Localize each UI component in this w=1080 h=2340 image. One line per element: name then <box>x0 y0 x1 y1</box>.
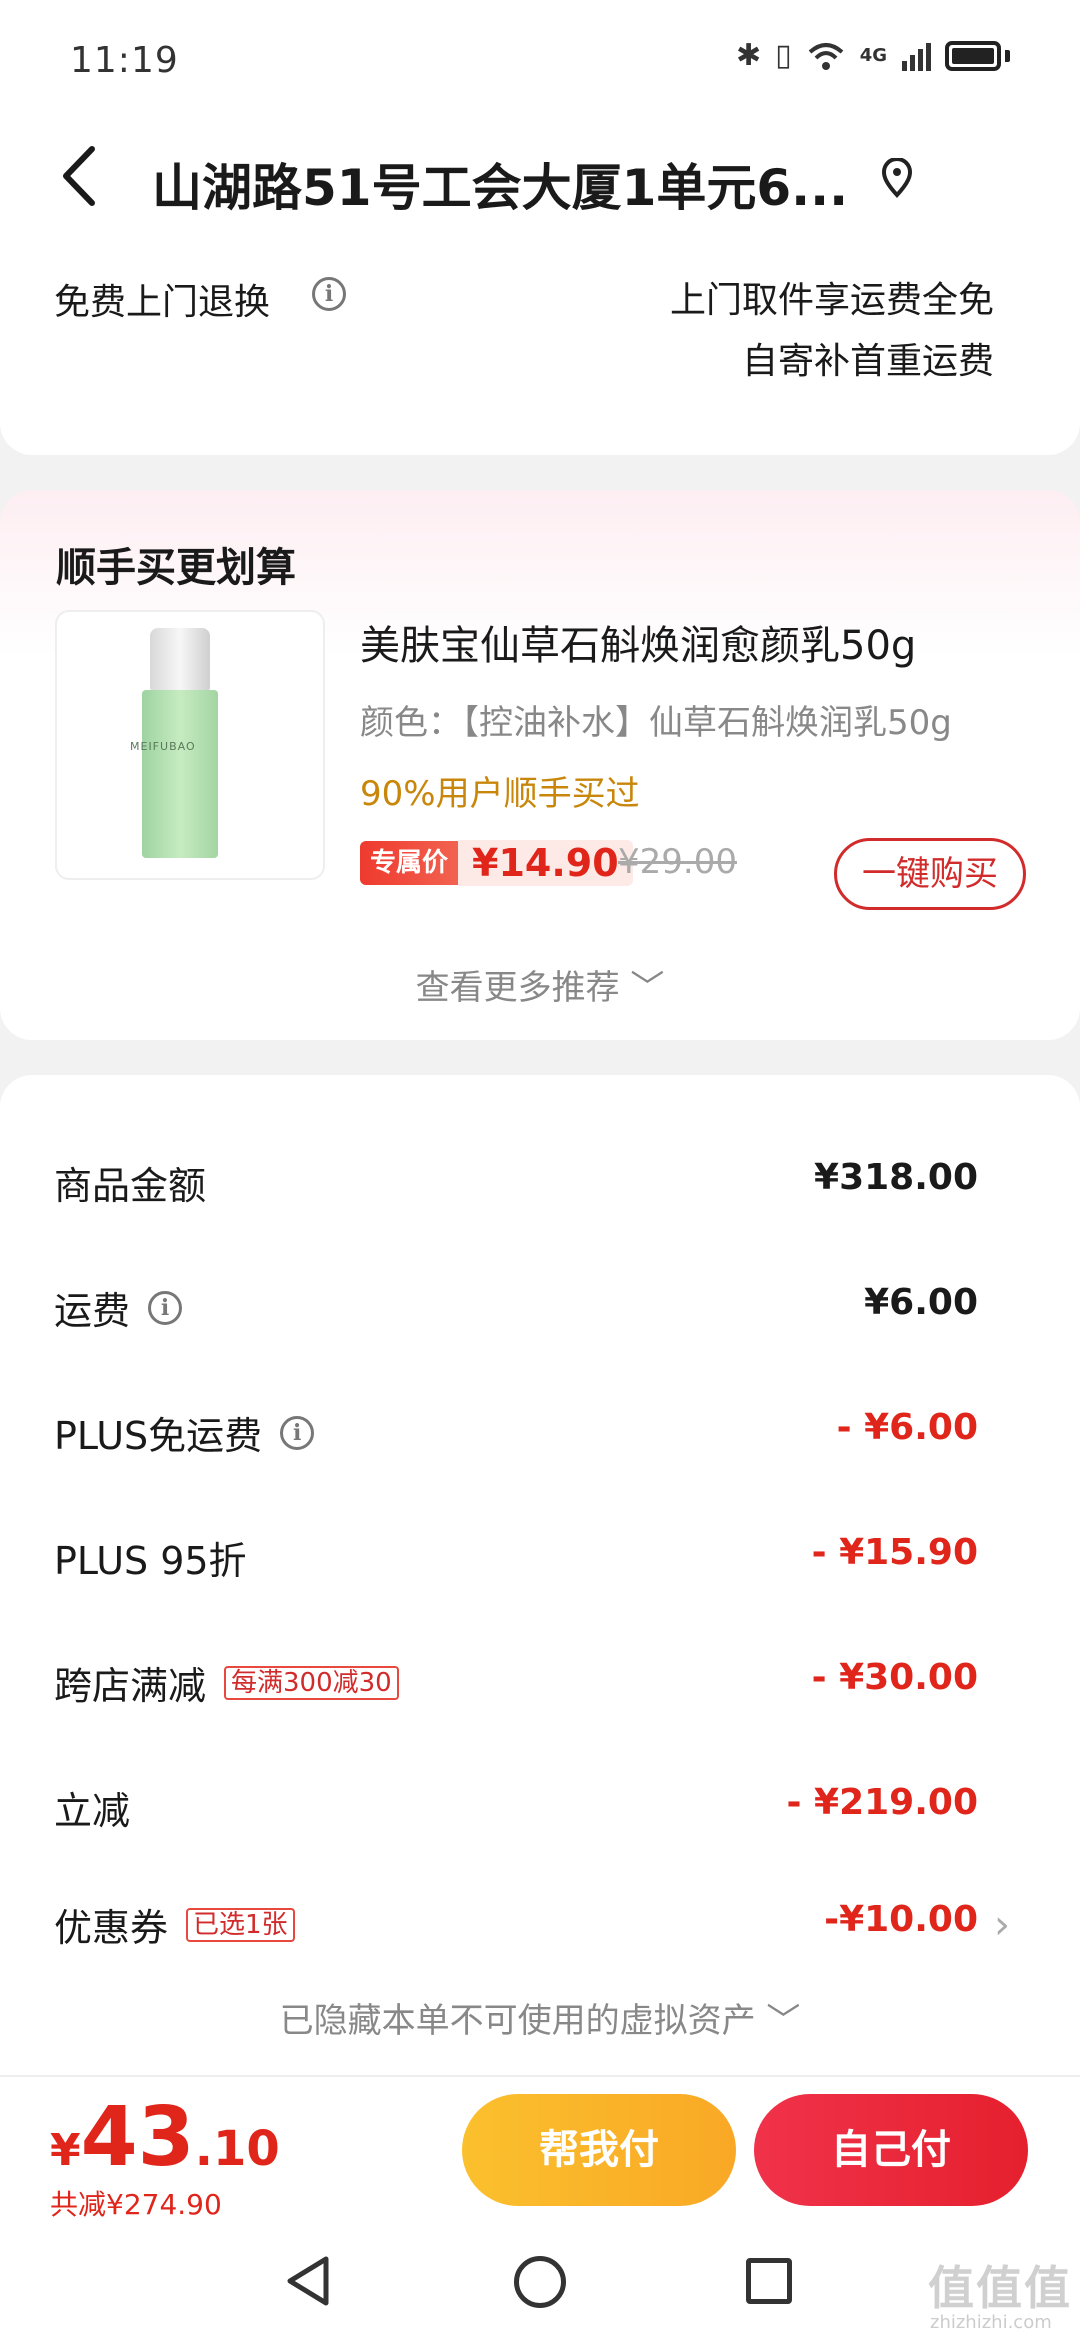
total-currency: ¥ <box>50 2125 81 2176</box>
hidden-assets-toggle[interactable]: 已隐藏本单不可使用的虚拟资产 ﹀ <box>0 1993 1080 2042</box>
plus-discount-value: - ¥15.90 <box>811 1532 978 1573</box>
goods-amount-value: ¥318.00 <box>814 1157 978 1198</box>
instant-discount-label: 立减 <box>54 1789 131 1833</box>
4g-signal-icon: 4G <box>859 45 887 66</box>
back-icon[interactable] <box>58 145 108 206</box>
nav-recent-apps-icon[interactable] <box>746 2258 792 2304</box>
cross-store-discount-value: - ¥30.00 <box>811 1657 978 1698</box>
exclusive-tag-label: 专属价 <box>360 841 459 885</box>
nav-back-icon[interactable] <box>284 2255 332 2307</box>
plus-free-shipping-value: - ¥6.00 <box>836 1407 978 1448</box>
product-spec: 颜色：【控油补水】仙草石斛焕润乳50g <box>360 703 952 743</box>
exclusive-price: ¥14.90 <box>458 840 633 886</box>
coupon-value[interactable]: -¥10.00 <box>824 1899 978 1940</box>
battery-tip <box>1005 49 1010 62</box>
delivery-address[interactable]: 山湖路51号工会大厦1单元6... <box>152 148 848 220</box>
cost-row-label: 跨店满减 每满300减30 <box>54 1655 399 1710</box>
bluetooth-icon: ✱ <box>736 38 762 73</box>
cost-row-label: PLUS 95折 <box>54 1530 247 1585</box>
watermark-url: zhizhizhi.com <box>930 2312 1052 2333</box>
more-recommend-link[interactable]: 查看更多推荐 ﹀ <box>0 960 1080 1009</box>
pay-myself-button[interactable]: 自己付 <box>754 2094 1028 2206</box>
return-shipping-info: 上门取件享运费全免 自寄补首重运费 <box>670 270 994 392</box>
total-reduce: 共减¥274.90 <box>50 2188 222 2221</box>
exclusive-price-tag: 专属价 ¥14.90 <box>360 838 633 888</box>
signal-icon <box>902 42 931 71</box>
coupon-selected-badge: 已选1张 <box>186 1907 295 1942</box>
status-icons: ✱ ▯ 4G <box>736 38 1010 73</box>
return-pickup-text: 上门取件享运费全免 <box>669 280 994 321</box>
instant-discount-value: - ¥219.00 <box>786 1782 978 1823</box>
product-image: MEIFUBAO <box>130 628 218 858</box>
product-image-brand: MEIFUBAO <box>130 740 196 753</box>
info-icon[interactable]: i <box>280 1415 315 1450</box>
return-self-send-text: 自寄补首重运费 <box>741 341 994 382</box>
shipping-value: ¥6.00 <box>864 1282 978 1323</box>
cost-row-label: PLUS免运费 i <box>54 1405 315 1460</box>
info-icon[interactable]: i <box>312 277 346 311</box>
wifi-icon <box>808 42 844 70</box>
help-me-pay-button[interactable]: 帮我付 <box>462 2094 736 2206</box>
plus-free-shipping-label: PLUS免运费 <box>54 1414 263 1458</box>
free-return-label: 免费上门退换 <box>54 282 271 323</box>
original-price: ¥29.00 <box>618 842 737 882</box>
cost-row-label: 商品金额 <box>54 1155 206 1210</box>
location-pin-icon[interactable] <box>880 157 920 198</box>
coupon-label: 优惠券 <box>54 1906 169 1950</box>
recommend-title: 顺手买更划算 <box>56 545 296 591</box>
cost-row-label: 运费 i <box>54 1280 183 1335</box>
plus-discount-label: PLUS 95折 <box>54 1539 247 1583</box>
coupon-row[interactable]: 优惠券 已选1张 <box>54 1897 295 1952</box>
info-icon[interactable]: i <box>148 1290 183 1325</box>
status-time: 11:19 <box>70 40 179 81</box>
total-price: ¥43.10 <box>50 2090 280 2185</box>
cross-store-discount-label: 跨店满减 <box>54 1664 207 1708</box>
goods-amount-label: 商品金额 <box>54 1164 207 1208</box>
battery-icon <box>945 40 1001 71</box>
nav-home-icon[interactable] <box>514 2256 566 2308</box>
cross-store-discount-badge: 每满300减30 <box>224 1665 399 1700</box>
vibrate-icon: ▯ <box>775 38 792 73</box>
total-int: 43 <box>80 2090 195 2185</box>
shipping-label: 运费 <box>54 1289 131 1333</box>
product-name[interactable]: 美肤宝仙草石斛焕润愈颜乳50g <box>360 613 916 671</box>
cost-row-label: 立减 <box>54 1780 130 1835</box>
watermark-logo: 值值值 <box>928 2261 1072 2315</box>
total-dec: .10 <box>194 2121 280 2177</box>
product-popular-text: 90%用户顺手买过 <box>360 774 640 814</box>
chevron-right-icon[interactable]: › <box>994 1902 1010 1948</box>
one-click-buy-button[interactable]: 一键购买 <box>834 838 1026 910</box>
